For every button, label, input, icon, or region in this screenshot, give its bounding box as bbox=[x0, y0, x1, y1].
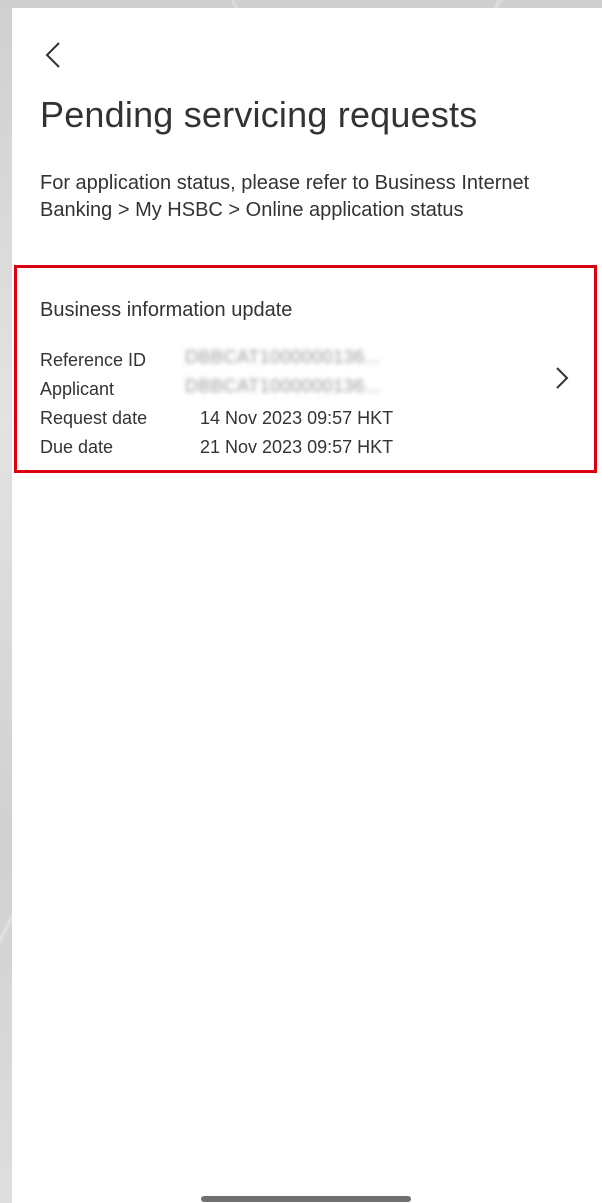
due-date-row: Due date 21 Nov 2023 09:57 HKT bbox=[40, 437, 393, 458]
chevron-left-icon bbox=[45, 42, 60, 68]
applicant-value: DBBCAT1000000136... bbox=[185, 376, 382, 396]
applicant-label: Applicant bbox=[40, 379, 115, 399]
back-button[interactable] bbox=[40, 38, 70, 72]
application-status-note: For application status, please refer to … bbox=[40, 172, 530, 221]
request-card-business-information-update[interactable]: Business information update Reference ID… bbox=[14, 265, 597, 473]
applicant-row: Applicant DBBCAT1000000136... bbox=[40, 376, 381, 400]
reference-id-label: Reference ID bbox=[40, 350, 147, 370]
due-date-label: Due date bbox=[40, 437, 114, 457]
chevron-right-icon bbox=[556, 367, 569, 389]
page-title: Pending servicing requests bbox=[40, 94, 478, 135]
reference-id-row: Reference ID DBBCAT1000000136... bbox=[40, 347, 381, 371]
home-indicator[interactable] bbox=[201, 1196, 411, 1202]
request-date-label: Request date bbox=[40, 408, 148, 428]
reference-id-value: DBBCAT1000000136... bbox=[185, 347, 382, 367]
due-date-value: 21 Nov 2023 09:57 HKT bbox=[200, 437, 394, 457]
request-date-row: Request date 14 Nov 2023 09:57 HKT bbox=[40, 408, 393, 429]
app-screen: Pending servicing requests For applicati… bbox=[12, 8, 602, 1203]
request-card-title: Business information update bbox=[40, 299, 293, 321]
request-date-value: 14 Nov 2023 09:57 HKT bbox=[200, 408, 394, 428]
